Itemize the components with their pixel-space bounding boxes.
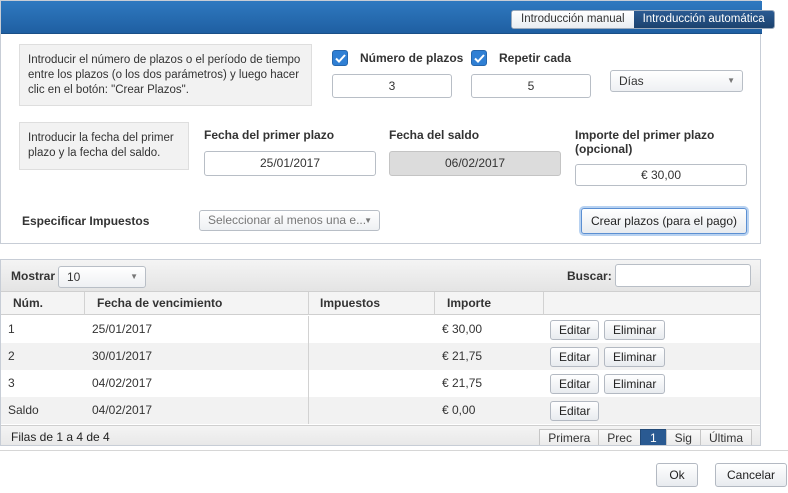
cell-importe: € 0,00 xyxy=(442,403,476,417)
rows-info: Filas de 1 a 4 de 4 xyxy=(11,430,110,444)
edit-button[interactable]: Editar xyxy=(550,401,600,421)
pagination: Primera Prec 1 Sig Última xyxy=(539,429,752,445)
cell-num: Saldo xyxy=(8,403,39,417)
panel-title-bar: Introducción manual Introducción automát… xyxy=(1,1,775,34)
column-divider xyxy=(84,292,85,315)
header-importe[interactable]: Importe xyxy=(439,292,491,314)
ok-button[interactable]: Ok xyxy=(656,463,698,487)
cell-fecha: 30/01/2017 xyxy=(92,349,153,363)
installments-table-panel: Mostrar 10 ▼ Buscar: Núm. Fecha de venci… xyxy=(0,259,761,446)
edit-button[interactable]: Editar xyxy=(550,347,600,367)
buscar-label: Buscar: xyxy=(567,269,612,283)
column-divider xyxy=(308,343,309,370)
automatic-entry-tab[interactable]: Introducción automática xyxy=(633,11,774,28)
cell-num: 3 xyxy=(8,376,15,390)
entry-mode-toggle: Introducción manual Introducción automát… xyxy=(511,10,775,29)
cell-impuestos xyxy=(309,370,316,397)
delete-button[interactable]: Eliminar xyxy=(604,320,666,340)
page-first-button[interactable]: Primera xyxy=(539,429,599,445)
cell-fecha: 04/02/2017 xyxy=(92,376,153,390)
plazos-instructions: Introducir el número de plazos o el perí… xyxy=(19,44,312,106)
column-divider xyxy=(434,292,435,315)
numero-plazos-checkbox[interactable] xyxy=(332,50,348,66)
edit-button[interactable]: Editar xyxy=(550,374,600,394)
importe-primer-plazo-input[interactable]: € 30,00 xyxy=(575,164,747,186)
header-fecha[interactable]: Fecha de vencimiento xyxy=(89,292,222,314)
table-header-row: Núm. Fecha de vencimiento Impuestos Impo… xyxy=(1,292,760,315)
column-divider xyxy=(308,292,309,315)
cancel-button[interactable]: Cancelar xyxy=(715,463,787,487)
search-input[interactable] xyxy=(615,264,751,287)
page-current-button[interactable]: 1 xyxy=(639,429,666,445)
repetir-cada-checkbox[interactable] xyxy=(471,50,487,66)
mostrar-label: Mostrar xyxy=(11,269,56,283)
fecha-primer-plazo-input[interactable]: 25/01/2017 xyxy=(204,151,376,176)
chevron-down-icon: ▼ xyxy=(727,76,735,85)
column-divider xyxy=(543,292,544,315)
period-unit-value: Días xyxy=(619,74,644,88)
numero-plazos-label: Número de plazos xyxy=(360,51,464,65)
dialog-footer-divider xyxy=(0,450,788,451)
fechas-instructions: Introducir la fecha del primer plazo y l… xyxy=(19,122,189,170)
check-icon xyxy=(334,53,346,63)
header-impuestos[interactable]: Impuestos xyxy=(312,292,380,314)
chevron-down-icon: ▼ xyxy=(130,272,138,281)
cell-importe: € 30,00 xyxy=(442,322,483,336)
cell-num: 2 xyxy=(8,349,15,363)
check-icon xyxy=(473,53,485,63)
page-size-select[interactable]: 10 ▼ xyxy=(58,266,146,288)
delete-button[interactable]: Eliminar xyxy=(604,374,666,394)
chevron-down-icon: ▼ xyxy=(364,216,372,225)
cell-num: 1 xyxy=(8,322,15,336)
table-row: Saldo 04/02/2017 € 0,00 Editar xyxy=(1,397,760,424)
repetir-cada-label: Repetir cada xyxy=(499,51,572,65)
crear-plazos-button[interactable]: Crear plazos (para el pago) xyxy=(581,208,747,234)
period-unit-select[interactable]: Días ▼ xyxy=(610,70,743,92)
edit-button[interactable]: Editar xyxy=(550,320,600,340)
cell-importe: € 21,75 xyxy=(442,349,483,363)
installments-form-panel: Introducción manual Introducción automát… xyxy=(0,0,775,244)
table-row: 3 04/02/2017 € 21,75 Editar Eliminar xyxy=(1,370,760,397)
repetir-cada-input[interactable]: 5 xyxy=(471,74,591,98)
numero-plazos-input[interactable]: 3 xyxy=(332,74,452,98)
cell-fecha: 25/01/2017 xyxy=(92,322,153,336)
table-toolbar: Mostrar 10 ▼ Buscar: xyxy=(1,260,760,292)
impuestos-label: Especificar Impuestos xyxy=(22,214,150,228)
column-divider xyxy=(308,397,309,424)
column-divider xyxy=(308,316,309,343)
fecha-saldo-label: Fecha del saldo xyxy=(389,128,480,142)
page-size-value: 10 xyxy=(67,270,81,284)
manual-entry-tab[interactable]: Introducción manual xyxy=(512,11,634,28)
cell-impuestos xyxy=(309,343,316,370)
cell-fecha: 04/02/2017 xyxy=(92,403,153,417)
fecha-primer-plazo-label: Fecha del primer plazo xyxy=(204,128,335,142)
page-last-button[interactable]: Última xyxy=(699,429,752,445)
impuestos-placeholder: Seleccionar al menos una e... xyxy=(208,213,367,227)
table-row: 1 25/01/2017 € 30,00 Editar Eliminar xyxy=(1,316,760,343)
importe-opcional-label: (opcional) xyxy=(575,142,633,156)
importe-primer-plazo-label: Importe del primer plazo xyxy=(575,128,715,142)
cell-impuestos xyxy=(309,397,316,424)
impuestos-select[interactable]: Seleccionar al menos una e... ▼ xyxy=(199,210,380,231)
header-num[interactable]: Núm. xyxy=(5,292,43,314)
delete-button[interactable]: Eliminar xyxy=(604,347,666,367)
fecha-saldo-input: 06/02/2017 xyxy=(389,151,561,176)
table-row: 2 30/01/2017 € 21,75 Editar Eliminar xyxy=(1,343,760,370)
page-next-button[interactable]: Sig xyxy=(665,429,700,445)
cell-impuestos xyxy=(309,316,316,343)
table-footer: Filas de 1 a 4 de 4 Primera Prec 1 Sig Ú… xyxy=(1,425,760,445)
column-divider xyxy=(308,370,309,397)
cell-importe: € 21,75 xyxy=(442,376,483,390)
page-prev-button[interactable]: Prec xyxy=(598,429,640,445)
